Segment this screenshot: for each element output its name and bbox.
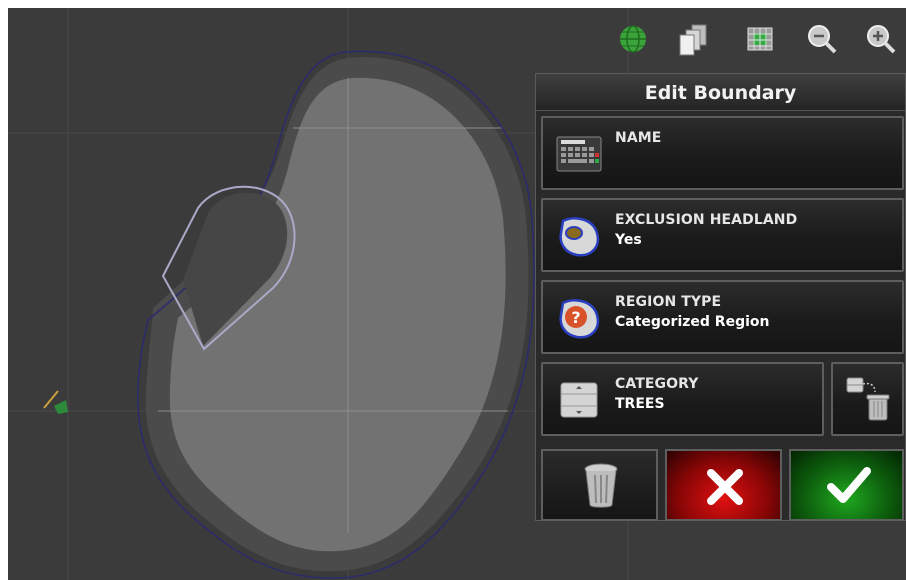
delete-boundary-button[interactable] (541, 449, 658, 521)
category-label: CATEGORY (615, 376, 699, 392)
name-label: NAME (615, 130, 662, 146)
zoom-out-icon[interactable] (805, 22, 839, 56)
zoom-in-icon[interactable] (864, 22, 898, 56)
panel-title: Edit Boundary (536, 74, 905, 111)
delete-icon (584, 463, 618, 508)
globe-icon[interactable] (616, 22, 650, 56)
region-type-value: Categorized Region (615, 314, 770, 330)
exclusion-headland-label: EXCLUSION HEADLAND (615, 212, 798, 228)
exclusion-headland-button[interactable]: EXCLUSION HEADLAND Yes (541, 198, 904, 272)
region-type-icon: ? (559, 299, 600, 339)
region-type-label: REGION TYPE (615, 294, 722, 310)
screen: Edit Boundary NAME EXCLUSION HEADLAND Ye… (8, 8, 906, 580)
field-view-icon[interactable] (743, 22, 777, 56)
edit-boundary-panel: Edit Boundary NAME EXCLUSION HEADLAND Ye… (535, 73, 906, 521)
region-type-button[interactable]: ? REGION TYPE Categorized Region (541, 280, 904, 354)
keyboard-icon (556, 136, 602, 172)
cancel-icon (707, 469, 743, 505)
exclusion-headland-icon (559, 217, 600, 257)
cancel-button[interactable] (665, 449, 782, 521)
layers-icon[interactable] (676, 22, 710, 56)
svg-text:?: ? (571, 308, 580, 327)
category-list-icon (560, 382, 598, 418)
confirm-icon (827, 467, 871, 503)
category-button[interactable]: CATEGORY TREES (541, 362, 824, 436)
confirm-button[interactable] (789, 449, 904, 521)
exclusion-headland-value: Yes (615, 232, 642, 248)
delete-category-button[interactable] (831, 362, 904, 436)
delete-category-icon (846, 377, 890, 421)
name-button[interactable]: NAME (541, 116, 904, 190)
category-value: TREES (615, 396, 665, 412)
